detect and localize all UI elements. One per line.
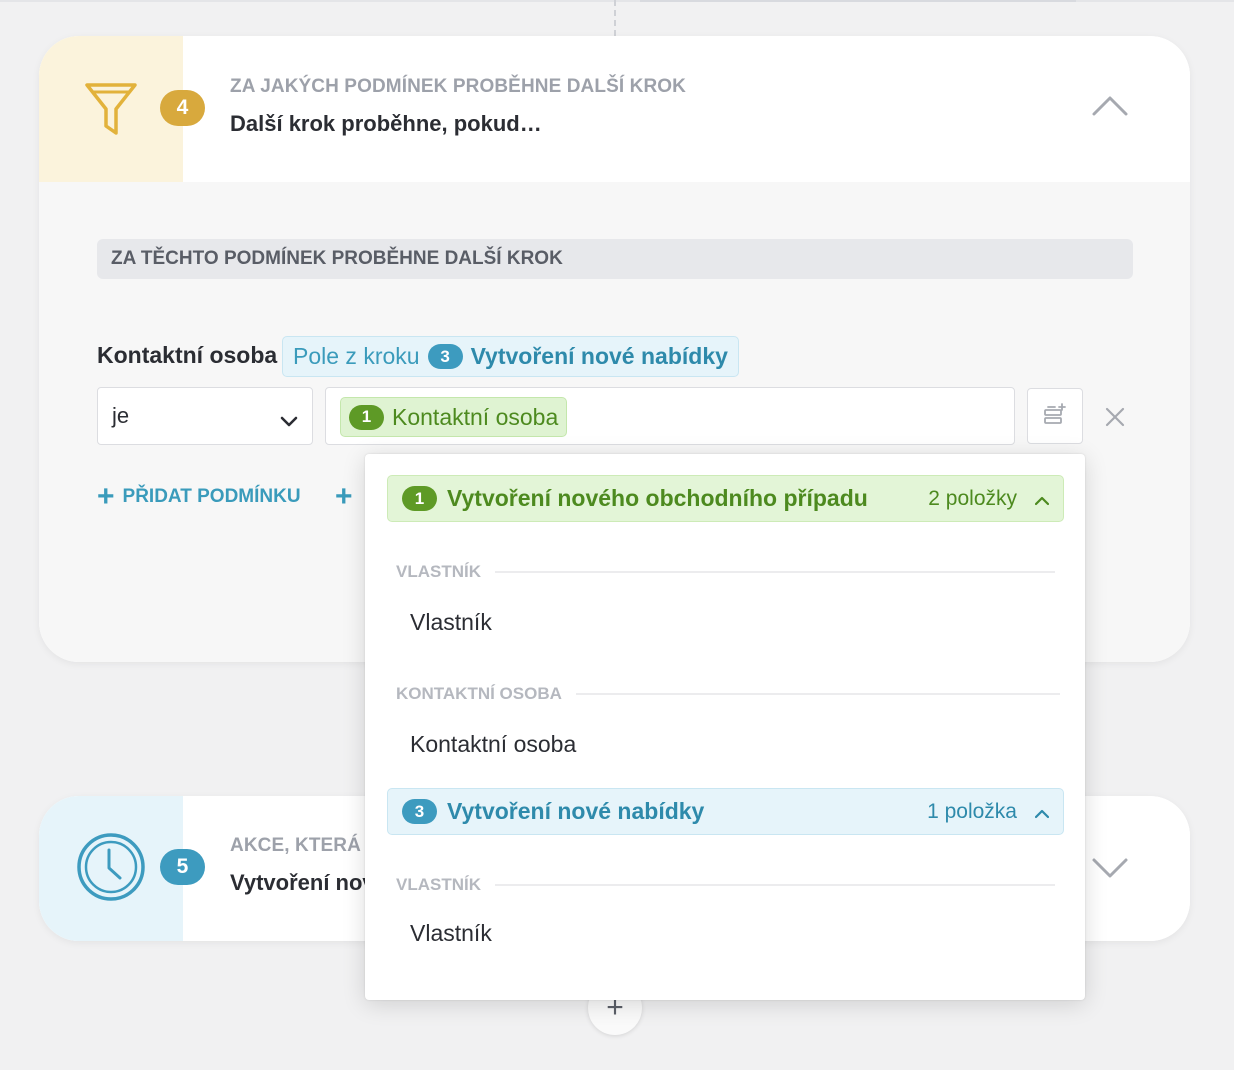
chevron-down-icon [280, 408, 298, 434]
expand-chevron-down-icon[interactable] [1091, 856, 1129, 885]
add-condition-group-link[interactable]: + [335, 482, 353, 512]
operator-value: je [112, 403, 130, 428]
top-divider-segment [640, 0, 1076, 2]
section-divider [495, 884, 1055, 886]
section-label-text: Vlastník [396, 562, 481, 581]
value-chip-text: Kontaktní osoba [392, 403, 559, 430]
step-4-badge: 4 [160, 90, 205, 126]
section-divider [575, 693, 1060, 695]
plus-icon: + [335, 480, 353, 513]
clock-icon [76, 832, 146, 907]
insert-field-icon [1043, 402, 1067, 430]
group-header-step-1[interactable]: 1 Vytvoření nového obchodního případu 2 … [387, 475, 1064, 522]
section-label-owner: Vlastník [396, 875, 1055, 895]
group-2-count: 1 položka [927, 799, 1017, 823]
option-owner[interactable]: Vlastník [410, 609, 492, 636]
step-5-label: Akce, která p [230, 835, 380, 856]
step-4-label: Za jakých podmínek proběhne další krok [230, 76, 686, 97]
add-condition-link[interactable]: + Přidat podmínku [97, 482, 301, 512]
option-owner[interactable]: Vlastník [410, 920, 492, 947]
source-step-pill: 3 [427, 344, 463, 369]
close-icon[interactable] [1105, 407, 1125, 432]
condition-source-chip[interactable]: Pole z kroku 3 Vytvoření nové nabídky [282, 336, 739, 377]
chevron-up-icon [1034, 798, 1050, 825]
step-4-header[interactable]: 4 Za jakých podmínek proběhne další krok… [39, 36, 1190, 182]
field-picker-dropdown: 1 Vytvoření nového obchodního případu 2 … [365, 454, 1085, 1000]
chevron-up-icon [1034, 485, 1050, 512]
group-header-step-3[interactable]: 3 Vytvoření nové nabídky 1 položka [387, 788, 1064, 835]
value-step-pill: 1 [349, 404, 384, 430]
source-step-name: Vytvoření nové nabídky [470, 343, 728, 369]
group-2-step-pill: 3 [402, 799, 437, 824]
step-5-badge: 5 [160, 849, 205, 885]
section-label-owner: Vlastník [396, 562, 1055, 582]
step-5-title: Vytvoření nov [230, 870, 375, 895]
section-divider [495, 571, 1055, 573]
group-1-title: Vytvoření nového obchodního případu [447, 485, 868, 511]
operator-select[interactable]: je [97, 387, 313, 445]
section-label-contact: Kontaktní osoba [396, 684, 1060, 704]
condition-field-label: Kontaktní osoba [97, 342, 278, 368]
connector-top [614, 0, 616, 36]
section-label-text: Kontaktní osoba [396, 684, 562, 703]
collapse-chevron-up-icon[interactable] [1091, 94, 1129, 123]
option-contact-person[interactable]: Kontaktní osoba [410, 731, 576, 758]
section-label-text: Vlastník [396, 875, 481, 894]
plus-icon: + [97, 480, 115, 513]
condition-value-input[interactable]: 1 Kontaktní osoba [325, 387, 1015, 445]
source-prefix: Pole z kroku [293, 343, 420, 369]
add-condition-label: Přidat podmínku [122, 486, 301, 507]
insert-field-button[interactable] [1027, 388, 1083, 444]
group-1-step-pill: 1 [402, 486, 437, 511]
filter-icon [83, 80, 139, 143]
group-2-title: Vytvoření nové nabídky [447, 798, 705, 824]
group-1-count: 2 položky [928, 486, 1017, 510]
conditions-section-title: Za těchto podmínek proběhne další krok [97, 239, 1133, 279]
value-chip[interactable]: 1 Kontaktní osoba [340, 397, 568, 437]
step-4-title: Další krok proběhne, pokud… [230, 111, 542, 136]
